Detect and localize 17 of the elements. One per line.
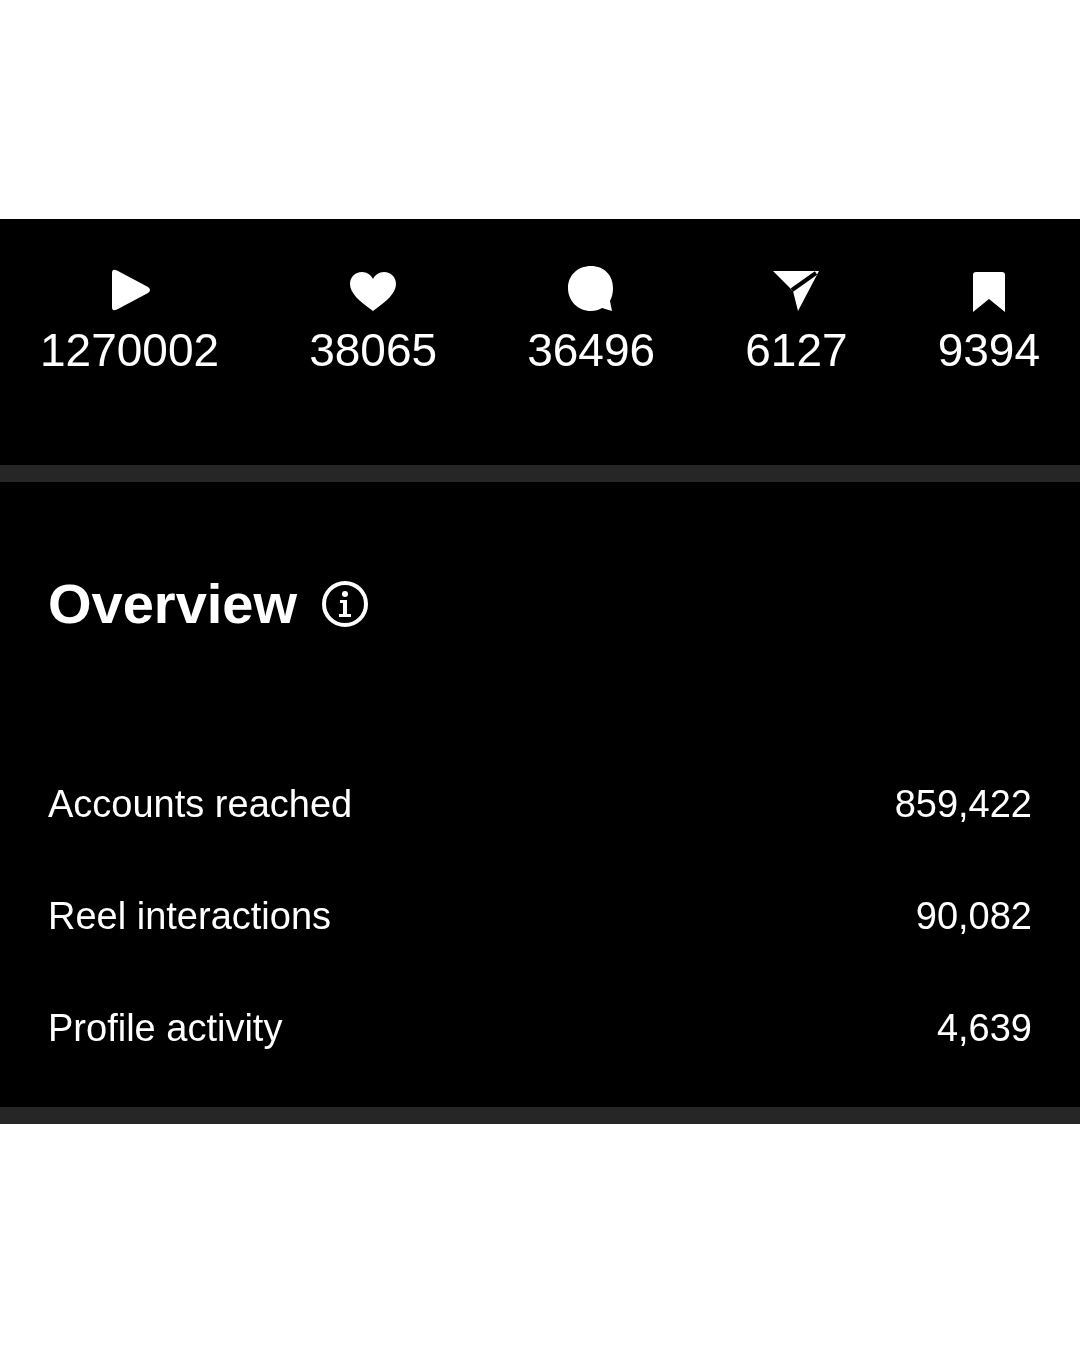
- heart-icon: [349, 271, 398, 313]
- metric-label: Reel interactions: [48, 895, 332, 937]
- metric-label: Accounts reached: [48, 783, 353, 825]
- stat-count: 36496: [527, 327, 656, 373]
- stat-count: 1270002: [40, 327, 220, 373]
- info-icon[interactable]: [321, 580, 370, 628]
- paper-plane-icon: [772, 269, 821, 313]
- stat-count: 38065: [309, 327, 438, 373]
- metric-value: 4,639: [936, 1007, 1032, 1049]
- stat-count: 6127: [745, 327, 848, 373]
- section-title: Overview: [48, 576, 298, 632]
- bookmark-icon: [970, 271, 1007, 313]
- metric-label: Profile activity: [48, 1007, 283, 1049]
- metric-value: 90,082: [915, 895, 1032, 937]
- speech-bubble-icon: [567, 265, 616, 313]
- stat-count: 9394: [937, 327, 1040, 373]
- metric-value: 859,422: [894, 783, 1032, 825]
